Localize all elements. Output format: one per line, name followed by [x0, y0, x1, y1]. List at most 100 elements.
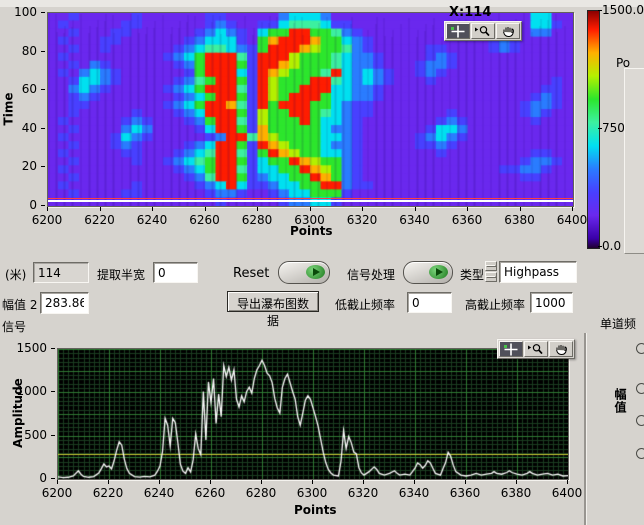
axis-tick — [159, 480, 160, 484]
axis-tick — [465, 480, 466, 484]
crosshair-icon — [449, 25, 467, 38]
axis-tick: 1000 — [13, 384, 47, 398]
intensity-plot-canvas[interactable] — [48, 13, 573, 206]
right-chart-vertical-label: 幅值 — [612, 388, 629, 414]
amplitude2-field[interactable] — [40, 292, 89, 314]
zoom-tool-button[interactable] — [524, 341, 548, 357]
axis-tick: 6240 — [132, 213, 172, 227]
clipped-control-circle[interactable] — [636, 343, 644, 354]
axis-tick: 100 — [3, 5, 37, 19]
intensity-cursor-line-red[interactable] — [48, 198, 573, 199]
axis-tick — [567, 480, 568, 484]
axis-tick — [415, 207, 416, 211]
halfwidth-field[interactable] — [153, 262, 198, 283]
high-cutoff-label: 高截止频率 — [465, 296, 525, 313]
zoom-tool-button[interactable] — [471, 23, 495, 39]
axis-tick — [516, 480, 517, 484]
axis-tick: 6300 — [292, 486, 332, 500]
reset-label: Reset — [233, 266, 269, 281]
up-arrow-icon — [486, 265, 496, 267]
pan-tool-button[interactable] — [549, 341, 573, 357]
hand-icon — [499, 25, 517, 38]
axis-tick — [210, 480, 211, 484]
axis-tick — [41, 166, 45, 167]
waveform-plot-canvas[interactable] — [58, 349, 568, 479]
spinner-up-button[interactable] — [485, 261, 497, 271]
axis-tick: 1500.0 — [602, 3, 644, 17]
cursor-readout: X:114 — [449, 5, 491, 20]
axis-tick: 80 — [3, 44, 37, 58]
axis-tick: 6320 — [342, 213, 382, 227]
axis-tick: 60 — [3, 82, 37, 96]
axis-tick: 6220 — [80, 213, 120, 227]
spinner-down-button[interactable] — [485, 272, 497, 282]
right-edge-panel — [624, 68, 644, 254]
bottom-chart-xlabel: Points — [294, 503, 337, 517]
axis-tick: 6260 — [190, 486, 230, 500]
amplitude2-label: 幅值 2 — [2, 296, 37, 313]
axis-tick — [51, 391, 55, 392]
signal-process-label: 信号处理 — [347, 266, 395, 283]
clipped-control-circle[interactable] — [636, 448, 644, 459]
axis-tick: 6380 — [496, 486, 536, 500]
axis-tick: 6280 — [241, 486, 281, 500]
high-cutoff-field[interactable] — [530, 292, 573, 313]
green-arrow-icon — [429, 265, 448, 279]
panel-divider — [584, 333, 587, 525]
color-scale[interactable] — [587, 10, 600, 249]
waveform-graph[interactable] — [57, 348, 569, 480]
axis-tick: 6320 — [343, 486, 383, 500]
axis-tick — [41, 89, 45, 90]
meters-field[interactable] — [33, 262, 89, 283]
axis-tick — [414, 480, 415, 484]
crosshair-tool-button[interactable] — [446, 23, 470, 39]
axis-tick: 6340 — [395, 213, 435, 227]
reset-toggle-button[interactable] — [278, 261, 330, 284]
hand-icon — [552, 343, 570, 356]
axis-tick — [100, 207, 101, 211]
clipped-control-circle[interactable] — [636, 415, 644, 426]
axis-tick — [47, 207, 48, 211]
intensity-cursor-line-white[interactable] — [48, 200, 573, 202]
low-cutoff-field[interactable] — [407, 292, 452, 313]
axis-tick — [51, 435, 55, 436]
bottom-graph-palette — [497, 339, 575, 359]
intensity-graph[interactable] — [47, 12, 574, 207]
top-chart-xlabel: Points — [290, 224, 333, 238]
crosshair-icon — [502, 343, 520, 356]
pan-tool-button[interactable] — [496, 23, 520, 39]
type-spinner — [485, 261, 497, 282]
axis-tick — [257, 207, 258, 211]
axis-tick — [362, 207, 363, 211]
axis-tick — [205, 207, 206, 211]
axis-tick — [467, 207, 468, 211]
signal-process-toggle-button[interactable] — [403, 261, 453, 284]
axis-tick — [51, 478, 55, 479]
axis-tick: 0 — [13, 471, 47, 485]
axis-tick — [51, 348, 55, 349]
export-waterfall-button[interactable]: 导出瀑布图数据 — [227, 291, 319, 312]
axis-tick: 0 — [3, 198, 37, 212]
window-top-band — [0, 0, 644, 7]
axis-tick: 0.0 — [602, 239, 621, 253]
axis-tick — [41, 205, 45, 206]
axis-tick: 500 — [13, 428, 47, 442]
axis-tick — [41, 128, 45, 129]
axis-tick: 40 — [3, 121, 37, 135]
axis-tick: 6200 — [27, 213, 67, 227]
halfwidth-label: 提取半宽 — [97, 266, 145, 283]
filter-type-dropdown[interactable] — [499, 261, 577, 283]
axis-tick — [57, 480, 58, 484]
axis-tick: 6200 — [37, 486, 77, 500]
axis-tick: 6280 — [237, 213, 277, 227]
axis-tick: 6240 — [139, 486, 179, 500]
meters-label: (米) — [5, 266, 26, 283]
axis-tick — [41, 12, 45, 13]
axis-tick: 6360 — [447, 213, 487, 227]
crosshair-tool-button[interactable] — [499, 341, 523, 357]
axis-tick: 1500 — [13, 341, 47, 355]
down-arrow-icon — [486, 276, 496, 278]
clipped-control-circle[interactable] — [636, 383, 644, 394]
top-graph-palette — [444, 21, 522, 41]
green-arrow-icon — [306, 265, 325, 279]
